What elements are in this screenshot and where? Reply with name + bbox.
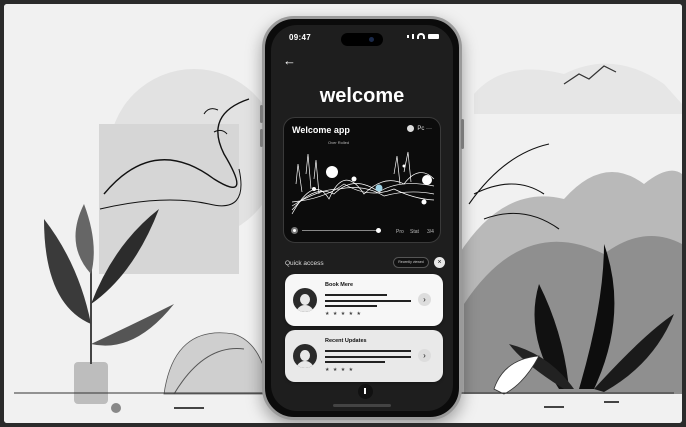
control-count[interactable]: 3/4 xyxy=(427,229,434,235)
status-time: 09:47 xyxy=(289,33,311,42)
list-item-title: Recent Updates xyxy=(325,338,367,344)
progress-track[interactable] xyxy=(302,230,378,231)
text-line xyxy=(325,294,387,296)
avatar xyxy=(293,344,317,368)
phone-device: 09:47 ← welcome Welcome app Over Rolled … xyxy=(260,16,464,420)
control-stat[interactable]: Stat xyxy=(410,229,419,235)
player-card-actions: Pc ··· xyxy=(407,125,432,132)
pot-icon xyxy=(74,362,108,404)
app-screen: 09:47 ← welcome Welcome app Over Rolled … xyxy=(271,25,453,411)
text-line xyxy=(325,361,385,363)
volume-down-button xyxy=(260,129,263,147)
text-line xyxy=(325,350,411,352)
quick-access-label: Quick access xyxy=(285,260,324,267)
chevron-right-icon[interactable]: › xyxy=(418,349,431,362)
rating-stars: ★ ★ ★ ★ ★ xyxy=(325,311,362,317)
camera-icon[interactable] xyxy=(407,125,415,132)
volume-up-button xyxy=(260,105,263,123)
text-line xyxy=(325,356,411,358)
control-pro[interactable]: Pro xyxy=(396,229,404,235)
list-item[interactable]: Recent Updates ★ ★ ★ ★ › xyxy=(285,330,443,382)
dynamic-island xyxy=(341,33,383,46)
more-icon[interactable]: Pc ··· xyxy=(417,126,432,132)
signal-bar xyxy=(412,33,414,39)
power-button xyxy=(461,119,464,149)
list-item[interactable]: Book Mere ★ ★ ★ ★ ★ › xyxy=(285,274,443,326)
status-icons xyxy=(407,33,439,39)
wifi-icon xyxy=(417,33,425,39)
info-icon[interactable] xyxy=(358,384,373,399)
text-line xyxy=(325,305,377,307)
front-camera-icon xyxy=(369,37,374,42)
player-card[interactable]: Welcome app Over Rolled Pc ··· Pro Stat … xyxy=(283,117,441,243)
progress-knob[interactable] xyxy=(376,228,381,233)
text-line xyxy=(325,300,411,302)
chevron-right-icon[interactable]: › xyxy=(418,293,431,306)
canvas: 09:47 ← welcome Welcome app Over Rolled … xyxy=(4,4,682,423)
waveform-graphic xyxy=(291,151,435,215)
avatar xyxy=(293,288,317,312)
back-arrow-icon[interactable]: ← xyxy=(283,53,296,68)
rating-stars: ★ ★ ★ ★ xyxy=(325,367,355,373)
quick-access-pill[interactable]: Recently viewed xyxy=(393,257,429,268)
close-icon[interactable]: × xyxy=(434,257,445,268)
home-indicator[interactable] xyxy=(333,404,391,407)
page-title: welcome xyxy=(319,85,405,107)
battery-icon xyxy=(428,33,439,39)
player-card-title: Welcome app xyxy=(292,125,350,135)
signal-icon xyxy=(407,34,409,38)
list-item-title: Book Mere xyxy=(325,282,354,288)
play-button[interactable] xyxy=(291,227,298,234)
